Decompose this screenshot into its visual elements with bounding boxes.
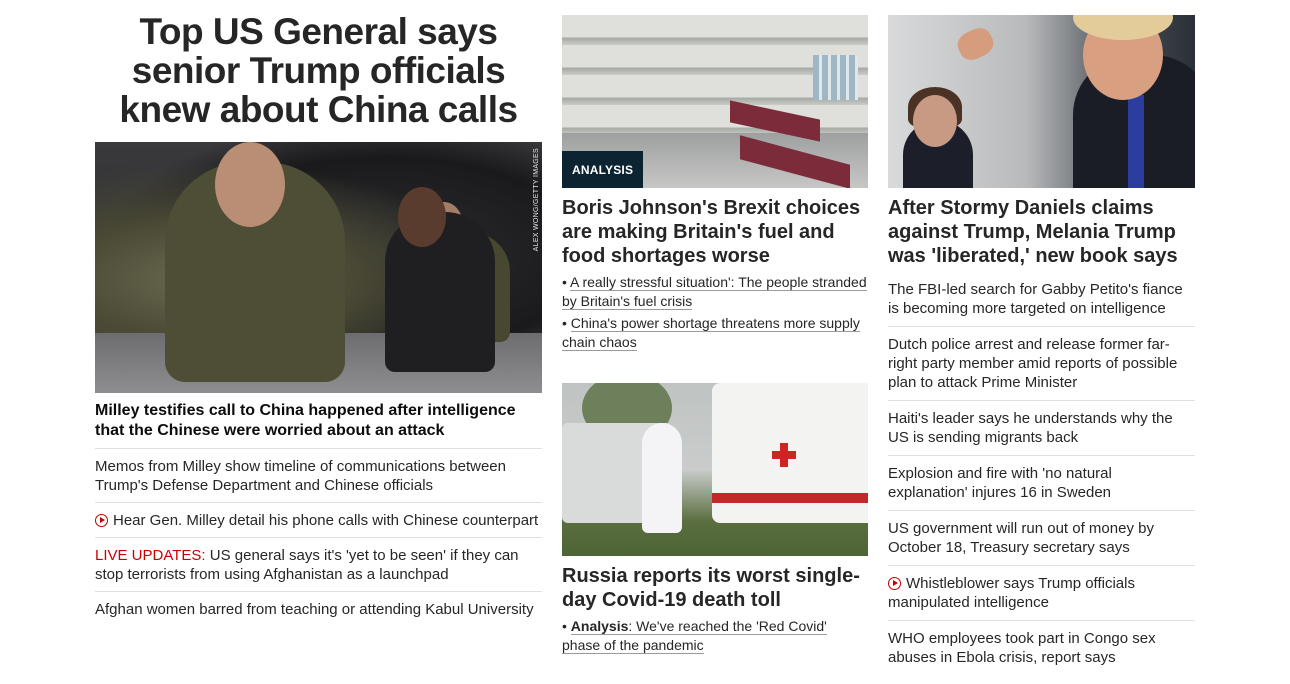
- main-headline[interactable]: Top US General says senior Trump officia…: [95, 12, 542, 129]
- hero-image[interactable]: ALEX WONG/GETTY IMAGES: [95, 142, 542, 393]
- list-item[interactable]: Haiti's leader says he understands why t…: [888, 401, 1195, 456]
- photo-pointing-hand: [953, 23, 998, 65]
- list-item-text: Dutch police arrest and release former f…: [888, 336, 1178, 391]
- list-item-video[interactable]: Hear Gen. Milley detail his phone calls …: [95, 503, 542, 538]
- photo-credit: ALEX WONG/GETTY IMAGES: [533, 148, 540, 252]
- card-title-brexit[interactable]: Boris Johnson's Brexit choices are makin…: [562, 196, 868, 268]
- photo-tie: [1128, 95, 1144, 188]
- analysis-badge: ANALYSIS: [562, 151, 644, 188]
- list-item-text: WHO employees took part in Congo sex abu…: [888, 630, 1156, 666]
- card-title-melania[interactable]: After Stormy Daniels claims against Trum…: [888, 196, 1195, 268]
- list-item[interactable]: US government will run out of money by O…: [888, 511, 1195, 566]
- list-item-text: Whistleblower says Trump officials manip…: [888, 575, 1135, 611]
- red-cross-icon-bar: [772, 451, 796, 459]
- shelf-bottles: [813, 55, 858, 100]
- ambulance-stripe: [712, 493, 868, 503]
- live-updates-label: LIVE UPDATES:: [95, 547, 206, 564]
- play-video-icon: [95, 514, 108, 527]
- lead-story-link[interactable]: Milley testifies call to China happened …: [95, 401, 542, 449]
- list-item-text: Haiti's leader says he understands why t…: [888, 410, 1173, 446]
- list-item[interactable]: Explosion and fire with 'no natural expl…: [888, 456, 1195, 511]
- ambulance-image[interactable]: [562, 383, 868, 556]
- related-link-text: A really stressful situation': The peopl…: [562, 274, 867, 310]
- list-item-text: Memos from Milley show timeline of commu…: [95, 458, 506, 494]
- list-item-text: Hear Gen. Milley detail his phone calls …: [113, 512, 539, 529]
- list-item-text: The FBI-led search for Gabby Petito's fi…: [888, 281, 1183, 317]
- related-link-text: Analysis: We've reached the 'Red Covid' …: [562, 618, 827, 654]
- related-link[interactable]: • China's power shortage threatens more …: [562, 314, 868, 352]
- card-title-russia[interactable]: Russia reports its worst single-day Covi…: [562, 564, 868, 612]
- trump-image[interactable]: [888, 15, 1195, 188]
- list-item-text: Explosion and fire with 'no natural expl…: [888, 465, 1112, 501]
- list-item[interactable]: Dutch police arrest and release former f…: [888, 327, 1195, 401]
- medical-worker: [642, 423, 682, 533]
- right-column: After Stormy Daniels claims against Trum…: [888, 0, 1195, 675]
- list-item-live[interactable]: LIVE UPDATES: US general says it's 'yet …: [95, 538, 542, 592]
- main-story-column: Top US General says senior Trump officia…: [95, 0, 542, 626]
- play-video-icon: [888, 577, 901, 590]
- list-item-video[interactable]: Whistleblower says Trump officials manip…: [888, 566, 1195, 621]
- middle-column: ANALYSIS Boris Johnson's Brexit choices …: [562, 0, 868, 655]
- related-link[interactable]: • A really stressful situation': The peo…: [562, 273, 868, 311]
- list-item-text: Afghan women barred from teaching or att…: [95, 601, 534, 618]
- related-link[interactable]: • Analysis: We've reached the 'Red Covid…: [562, 617, 868, 655]
- list-item[interactable]: Afghan women barred from teaching or att…: [95, 592, 542, 626]
- shelves-image[interactable]: ANALYSIS: [562, 15, 868, 188]
- list-item[interactable]: Memos from Milley show timeline of commu…: [95, 449, 542, 503]
- photo-woman-face: [913, 95, 957, 147]
- list-item[interactable]: The FBI-led search for Gabby Petito's fi…: [888, 277, 1195, 327]
- hero-head-secretary: [398, 187, 446, 247]
- related-link-text: China's power shortage threatens more su…: [562, 315, 860, 351]
- list-item-text: US government will run out of money by O…: [888, 520, 1154, 556]
- list-item[interactable]: WHO employees took part in Congo sex abu…: [888, 621, 1195, 675]
- hero-head-general: [215, 142, 285, 227]
